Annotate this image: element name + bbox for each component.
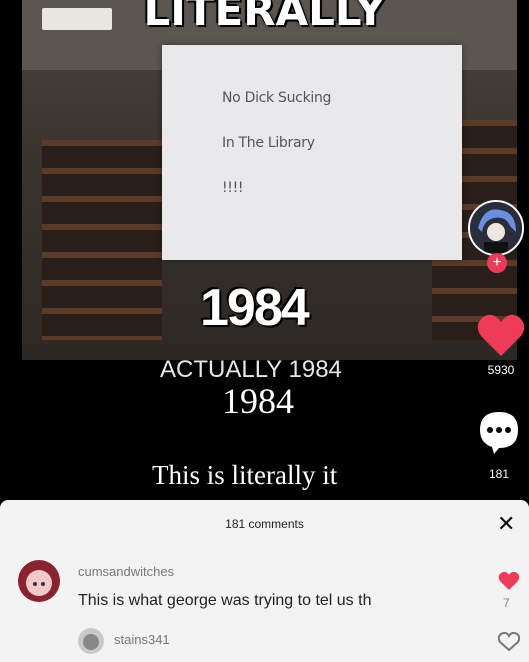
comment-like-button[interactable] [498, 571, 520, 596]
sign-line-3: !!!! [222, 180, 244, 196]
serif-caption: 1984 [222, 381, 294, 421]
comment-like-count: 7 [503, 596, 510, 610]
avatar-image [470, 202, 522, 254]
close-icon[interactable]: ✕ [497, 511, 515, 537]
commenter-avatar[interactable] [78, 628, 104, 654]
comments-title: 181 comments [225, 517, 304, 531]
heart-filled-icon [498, 571, 520, 590]
comment-text: This is what george was trying to tel us… [78, 592, 372, 609]
comment-username[interactable]: stains341 [114, 632, 170, 647]
creator-avatar[interactable] [468, 200, 524, 256]
comment-bubble-icon [480, 412, 518, 454]
commenter-avatar[interactable] [18, 560, 60, 602]
bottom-caption: This is literally it [152, 460, 338, 490]
sign-line-2: In The Library [222, 135, 315, 151]
big-caption: 1984 [200, 279, 310, 337]
comment-button[interactable] [478, 410, 520, 454]
heart-icon [477, 314, 525, 356]
comment-count: 181 [488, 467, 510, 481]
comments-sheet: 181 comments ✕ cumsandwitches This is wh… [0, 500, 529, 662]
library-sign: No Dick Sucking In The Library !!!! [162, 45, 462, 260]
avatar-image [18, 560, 60, 602]
like-count: 5930 [487, 363, 515, 377]
top-caption: LITERALLY [143, 0, 386, 35]
bookshelf-left [42, 140, 162, 340]
sign-line-1: No Dick Sucking [222, 90, 332, 106]
comment-username[interactable]: cumsandwitches [78, 564, 174, 579]
heart-outline-icon [497, 631, 521, 652]
follow-plus-icon[interactable]: + [487, 253, 507, 273]
like-button[interactable] [476, 312, 526, 360]
avatar-image [78, 628, 104, 654]
comment-like-button[interactable] [497, 631, 521, 657]
